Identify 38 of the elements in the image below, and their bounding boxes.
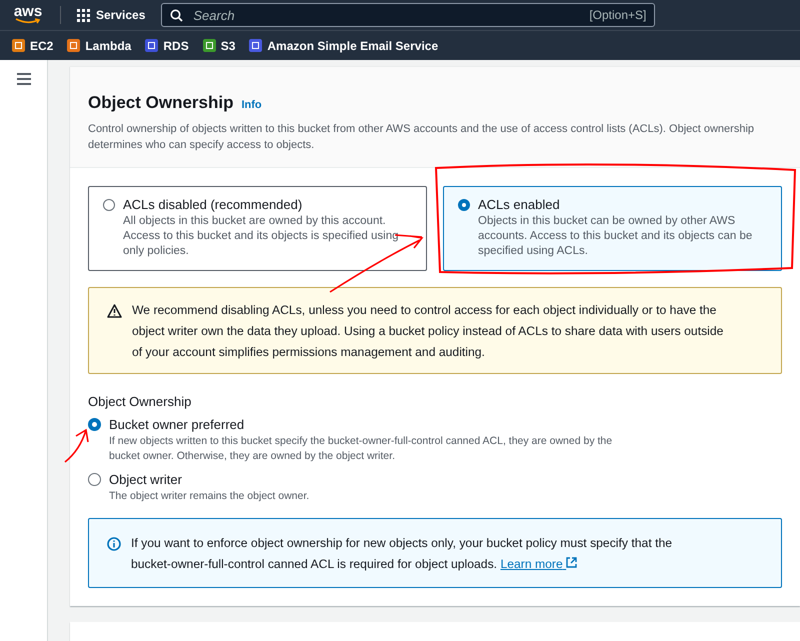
field-label: Object Ownership xyxy=(88,394,192,409)
favorite-link[interactable]: S3 xyxy=(202,38,236,52)
option-description: The object writer remains the object owner. xyxy=(109,489,310,504)
tile-label: ACLs disabled (recommended) xyxy=(123,197,304,212)
tile-description: Objects in this bucket can be owned by other AWS accounts. Access to this bucket and its objects can be specified using ACLs. xyxy=(478,214,754,259)
panel-description: Control ownership of objects written to this bucket from other AWS accounts and the use of access control lists (ACLs). Object ownership determines who can specify access to objects. xyxy=(88,122,756,153)
radio-button[interactable] xyxy=(88,418,101,431)
favorite-link[interactable]: Amazon Simple Email Service xyxy=(249,38,438,52)
tile-label: ACLs enabled xyxy=(478,197,561,212)
learn-more-link[interactable]: Learn more xyxy=(500,557,578,571)
radio-button[interactable] xyxy=(103,199,115,211)
info-icon xyxy=(107,537,121,551)
panel-title: Object Ownership xyxy=(88,93,234,113)
option-description: If new objects written to this bucket specify the bucket-owner-full-control canned ACL, they are owned by the bucket owner. Otherwise, they are owned by the object writer. xyxy=(109,434,614,464)
info-link[interactable]: Info xyxy=(241,99,262,111)
option-tile[interactable]: ACLs enabled Objects in this bucket can be owned by other AWS accounts. Access to this bucket and its objects can be specified using ACLs. xyxy=(443,186,782,271)
favorite-link[interactable]: EC2 xyxy=(12,38,54,52)
annotation-arrow xyxy=(64,429,89,463)
menu-icon[interactable] xyxy=(16,72,32,86)
services-menu[interactable]: Services xyxy=(77,8,146,22)
radio-button[interactable] xyxy=(458,199,470,211)
option-label: Bucket owner preferred xyxy=(109,417,246,432)
favorite-link[interactable]: RDS xyxy=(145,38,189,52)
search-input[interactable]: Search xyxy=(191,6,582,24)
shortcut-hint: [Option+S] xyxy=(589,8,646,22)
favorite-link[interactable]: Lambda xyxy=(67,38,132,52)
option-label: Object writer xyxy=(109,472,183,487)
warning-text: We recommend disabling ACLs, unless you need to control access for each object individually or to have the object writer own the data they upload. Using a bucket policy instead of ACLs to share data with users outside of your account simplifies permissions management and auditing. xyxy=(132,302,724,361)
grid-icon xyxy=(77,8,90,22)
option-tile[interactable]: ACLs disabled (recommended) All objects in this bucket are owned by this account. Access to this bucket and its objects is specified using only policies. xyxy=(88,186,427,271)
radio-button[interactable] xyxy=(88,473,101,486)
tile-description: All objects in this bucket are owned by this account. Access to this bucket and its objects is specified using only policies. xyxy=(123,214,400,259)
aws-logo[interactable]: aws xyxy=(12,6,44,24)
search-icon xyxy=(170,8,184,22)
search-bar[interactable]: Search [Option+S] xyxy=(161,3,656,27)
info-text: If you want to enforce object ownership for new objects only, your bucket policy must specify that the bucket-owner-full-control canned ACL is required for object uploads. Learn more xyxy=(131,535,674,573)
warning-icon xyxy=(107,304,122,318)
external-link-icon xyxy=(566,557,578,568)
